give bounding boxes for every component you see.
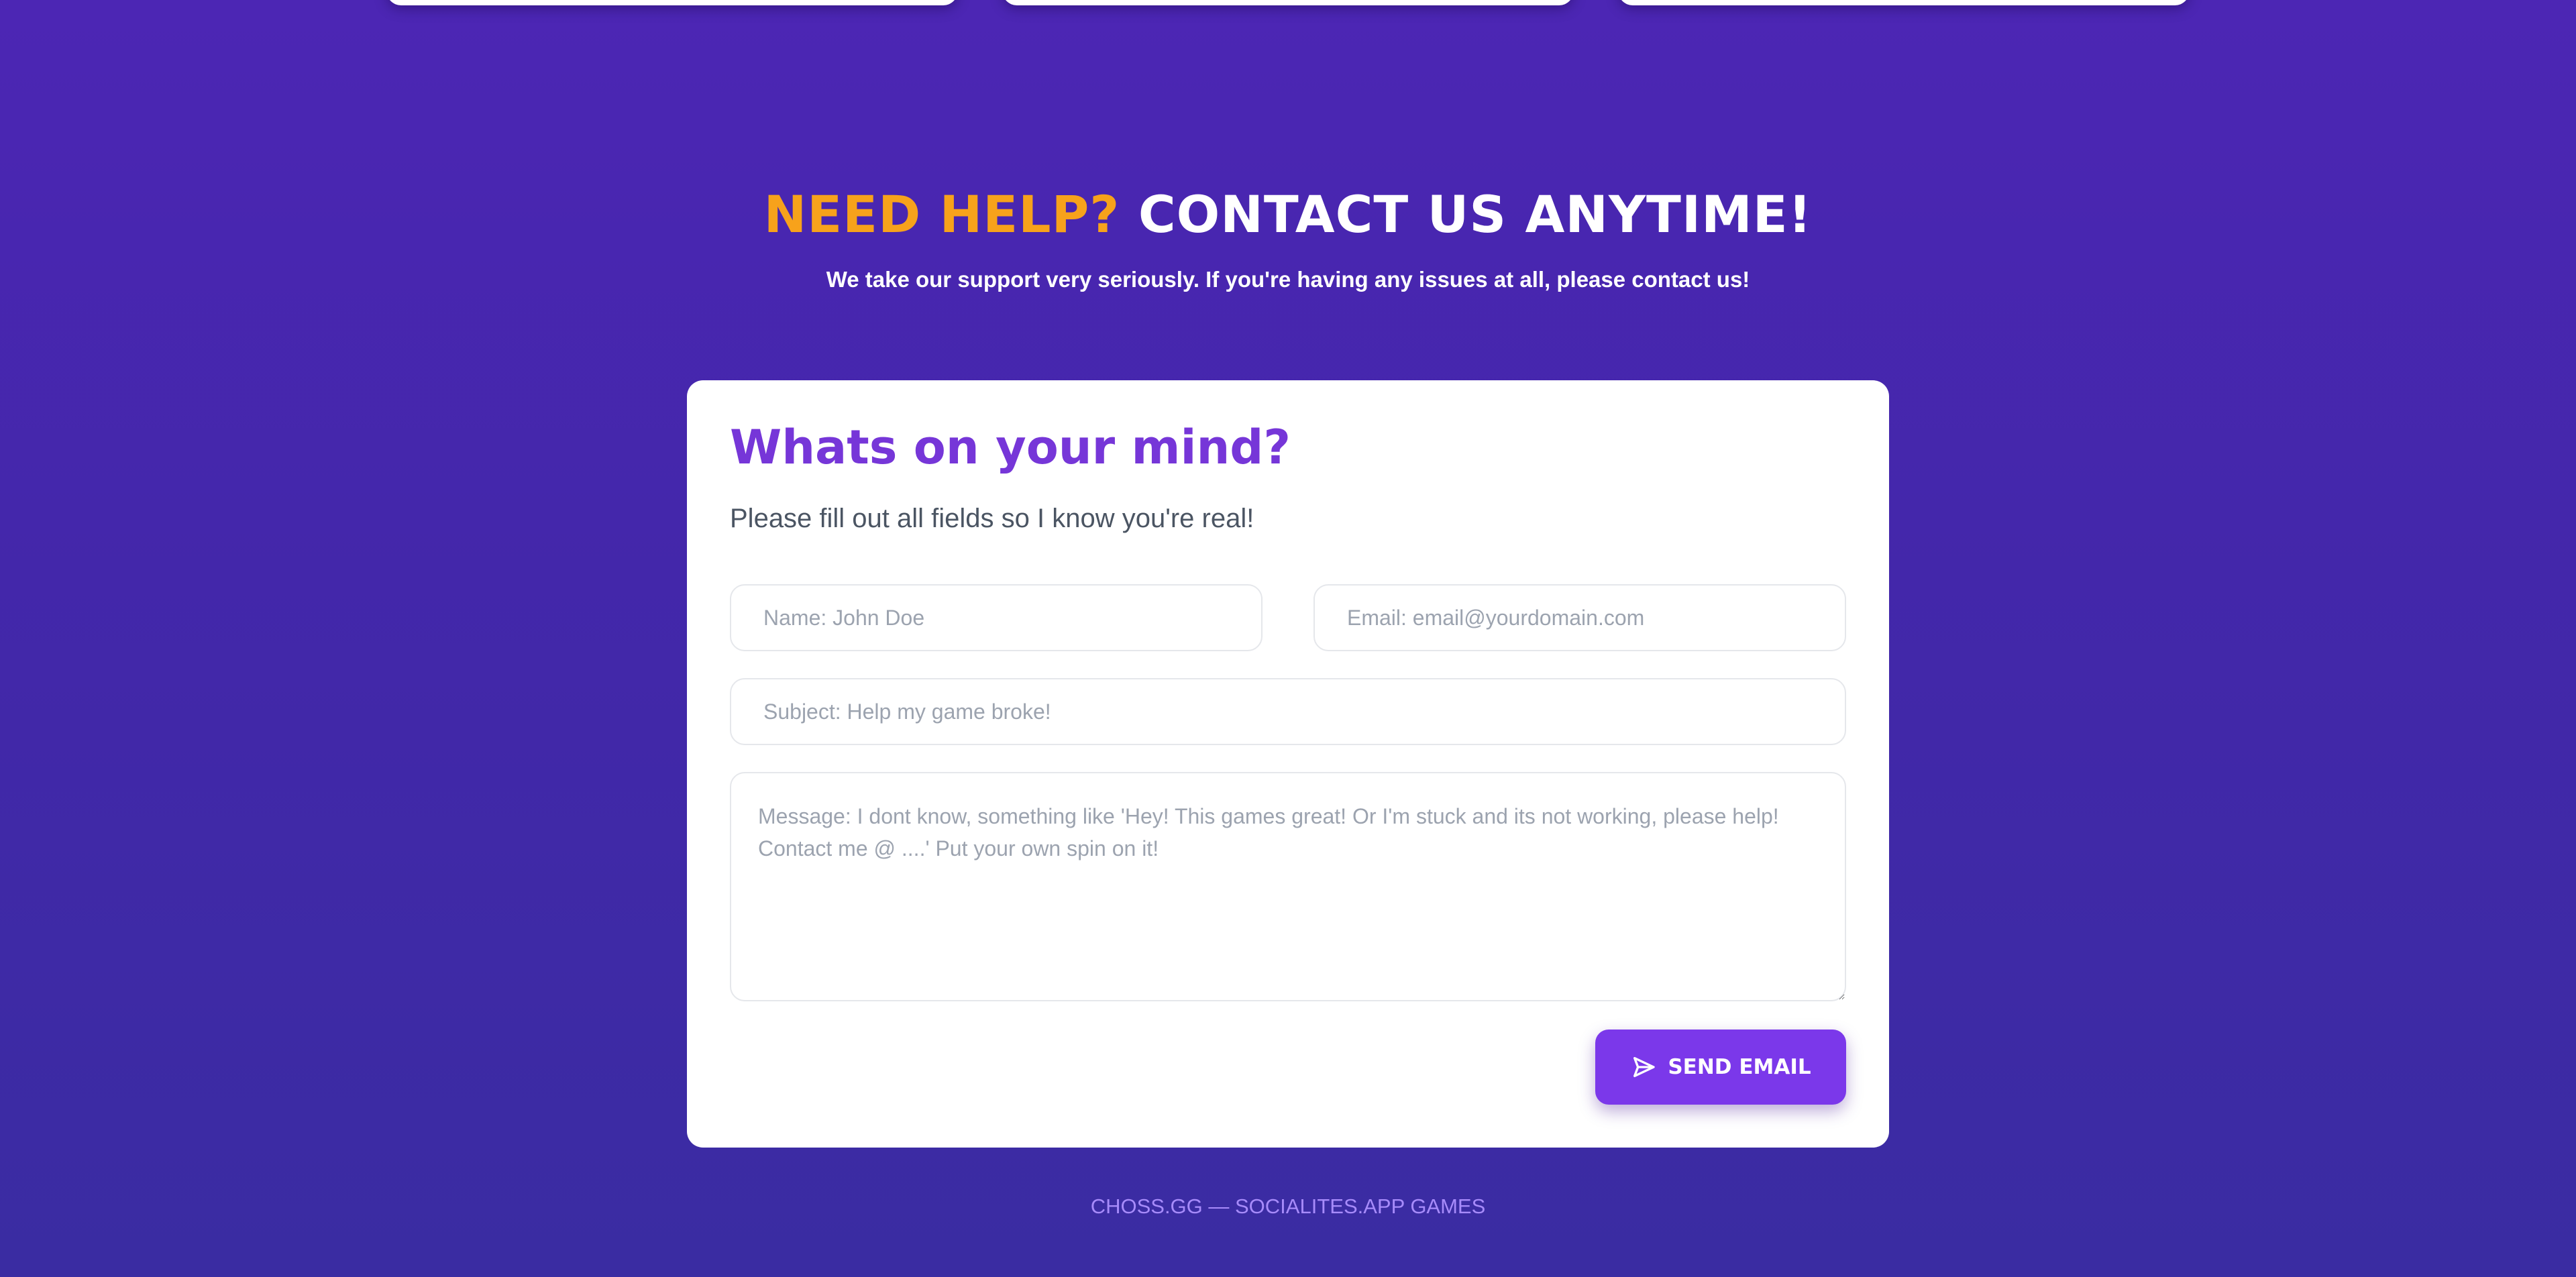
- message-textarea[interactable]: [730, 772, 1846, 1001]
- name-input[interactable]: [730, 584, 1263, 651]
- email-input[interactable]: [1313, 584, 1846, 651]
- top-card: [1618, 0, 2190, 5]
- send-email-button[interactable]: SEND EMAIL: [1595, 1030, 1846, 1105]
- footer-text: CHOSS.GG — SOCIALITES.APP GAMES: [1090, 1195, 1486, 1218]
- form-description: Please fill out all fields so I know you…: [730, 504, 1254, 533]
- contact-heading: NEED HELP? CONTACT US ANYTIME!: [0, 181, 2576, 248]
- top-card: [386, 0, 958, 5]
- subject-input[interactable]: [730, 678, 1846, 745]
- send-icon: [1633, 1057, 1656, 1077]
- top-card: [1002, 0, 1574, 5]
- contact-subheading: We take our support very seriously. If y…: [826, 267, 1750, 292]
- heading-highlight: NEED HELP?: [763, 184, 1120, 244]
- contact-form-card: Whats on your mind? Please fill out all …: [687, 380, 1889, 1148]
- send-email-label: SEND EMAIL: [1668, 1055, 1811, 1079]
- form-title: Whats on your mind?: [730, 420, 1291, 475]
- heading-rest: CONTACT US ANYTIME!: [1138, 184, 1813, 244]
